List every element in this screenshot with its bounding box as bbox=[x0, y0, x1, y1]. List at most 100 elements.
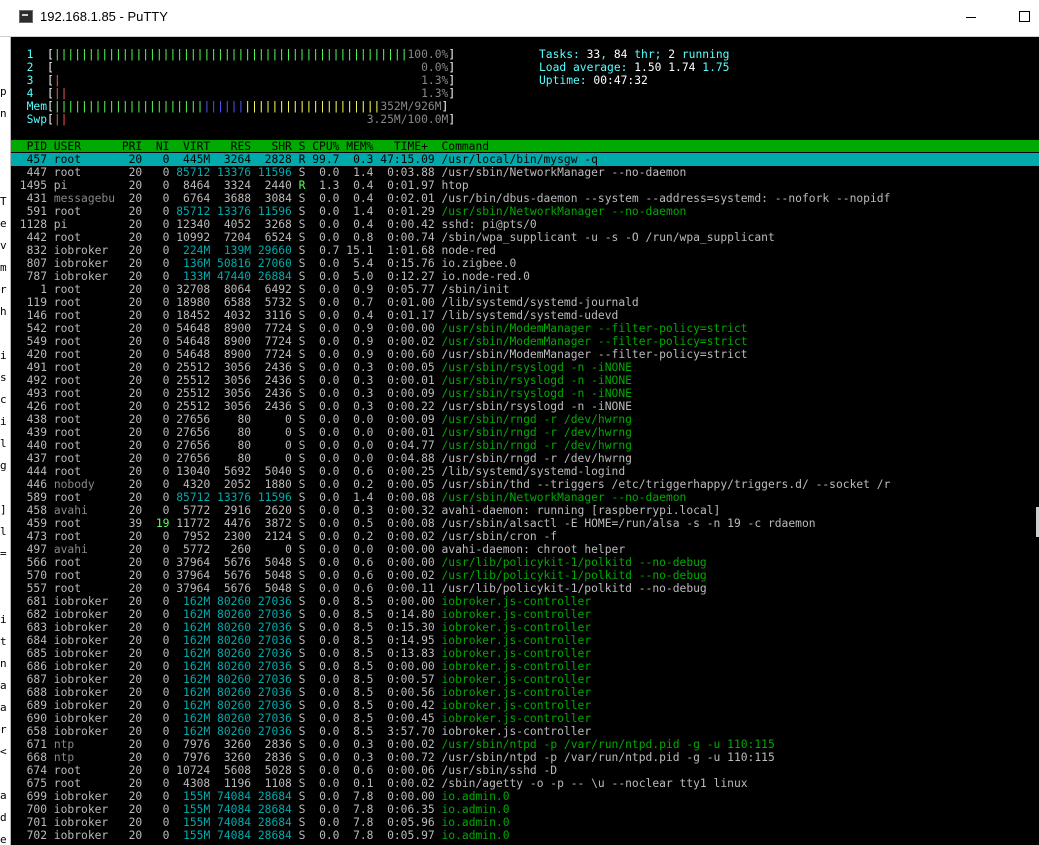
putty-terminal-icon[interactable] bbox=[19, 10, 33, 23]
process-row[interactable]: 492 root 20 0 25512 3056 2436 S 0.0 0.3 … bbox=[13, 374, 632, 387]
process-row[interactable]: 690 iobroker 20 0 162M 80260 27036 S 0.0… bbox=[13, 712, 592, 725]
process-row[interactable]: 685 iobroker 20 0 162M 80260 27036 S 0.0… bbox=[13, 647, 592, 660]
text-segment: 20 0 5772 260 0 S 0.0 0.0 0:00.00 avahi-… bbox=[87, 543, 626, 556]
maximize-button[interactable] bbox=[1016, 8, 1034, 26]
text-segment: 146 root 20 0 18452 4032 3116 S 0.0 0.4 … bbox=[13, 309, 619, 322]
text-segment: 447 root 20 0 bbox=[13, 166, 177, 179]
process-row[interactable]: 688 iobroker 20 0 162M 80260 27036 S 0.0… bbox=[13, 686, 592, 699]
text-segment: 162M 80260 27036 bbox=[176, 608, 292, 621]
window-title: 192.168.1.85 - PuTTY bbox=[40, 9, 168, 24]
process-row[interactable]: 689 iobroker 20 0 162M 80260 27036 S 0.0… bbox=[13, 699, 592, 712]
process-row[interactable]: 683 iobroker 20 0 162M 80260 27036 S 0.0… bbox=[13, 621, 592, 634]
text-segment: 224M 139M 29660 bbox=[176, 244, 292, 257]
text-segment: S 0.0 7.8 0:05.97 bbox=[291, 829, 442, 842]
process-row[interactable]: 493 root 20 0 25512 3056 2436 S 0.0 0.3 … bbox=[13, 387, 632, 400]
process-row[interactable]: 682 iobroker 20 0 162M 80260 27036 S 0.0… bbox=[13, 608, 592, 621]
process-row[interactable]: 668 ntp 20 0 7976 3260 2836 S 0.0 0.3 0:… bbox=[13, 751, 775, 764]
process-row[interactable]: 497 avahi 20 0 5772 260 0 S 0.0 0.0 0:00… bbox=[13, 543, 626, 556]
process-row[interactable]: 457 root 20 0 445M 3264 2828 R 99.7 0.3 … bbox=[13, 153, 598, 166]
process-row[interactable]: 444 root 20 0 13040 5692 5040 S 0.0 0.6 … bbox=[13, 465, 626, 478]
process-row[interactable]: 458 avahi 20 0 5772 2916 2620 S 0.0 0.3 … bbox=[13, 504, 721, 517]
process-row[interactable]: 686 iobroker 20 0 162M 80260 27036 S 0.0… bbox=[13, 660, 592, 673]
process-row[interactable]: 442 root 20 0 10992 7204 6524 S 0.0 0.8 … bbox=[13, 231, 775, 244]
text-segment: 420 root 20 0 54648 8900 7724 S 0.0 0.9 … bbox=[13, 348, 748, 361]
text-segment: 162M 80260 27036 bbox=[176, 595, 292, 608]
text-segment: Uptime: bbox=[539, 74, 594, 87]
process-row[interactable]: 1128 pi 20 0 12340 4052 3268 S 0.0 0.4 0… bbox=[13, 218, 537, 231]
text-segment: nobody bbox=[53, 478, 95, 491]
text-segment: S 0.0 8.5 0:00.00 bbox=[291, 660, 442, 673]
process-row[interactable]: 671 ntp 20 0 7976 3260 2836 S 0.0 0.3 0:… bbox=[13, 738, 775, 751]
process-row[interactable]: 439 root 20 0 27656 80 0 S 0.0 0.0 0:00.… bbox=[13, 426, 632, 439]
process-row[interactable]: 832 iobroker 20 0 224M 139M 29660 S 0.7 … bbox=[13, 244, 496, 257]
text-segment: 133M 47440 26884 bbox=[176, 270, 292, 283]
process-row[interactable]: 459 root 39 19 11772 4476 3872 S 0.0 0.5… bbox=[13, 517, 816, 530]
text-segment: , bbox=[600, 48, 614, 61]
text-segment: ] bbox=[448, 61, 456, 74]
process-row[interactable]: 420 root 20 0 54648 8900 7724 S 0.0 0.9 … bbox=[13, 348, 748, 361]
process-row[interactable]: 491 root 20 0 25512 3056 2436 S 0.0 0.3 … bbox=[13, 361, 632, 374]
process-row[interactable]: 675 root 20 0 4308 1196 1108 S 0.0 0.1 0… bbox=[13, 777, 748, 790]
text-segment: | bbox=[53, 74, 61, 87]
process-row[interactable]: 699 iobroker 20 0 155M 74084 28684 S 0.0… bbox=[13, 790, 510, 803]
process-row[interactable]: 570 root 20 0 37964 5676 5048 S 0.0 0.6 … bbox=[13, 569, 707, 582]
text-segment: |||||| bbox=[203, 100, 245, 113]
text-segment: 491 root 20 0 25512 3056 2436 S 0.0 0.3 … bbox=[13, 361, 442, 374]
process-row[interactable]: 566 root 20 0 37964 5676 5048 S 0.0 0.6 … bbox=[13, 556, 707, 569]
background-text-char: g bbox=[0, 459, 7, 472]
text-segment: /usr/sbin/ModemManager --filter-policy=s… bbox=[441, 322, 748, 335]
text-segment: io.admin.0 bbox=[441, 829, 510, 842]
background-text-char: T bbox=[0, 195, 7, 208]
minimize-button[interactable] bbox=[962, 8, 980, 26]
process-row[interactable]: 658 iobroker 20 0 162M 80260 27036 S 0.0… bbox=[13, 725, 592, 738]
text-segment: 352M/926M bbox=[380, 100, 442, 113]
process-row[interactable]: 437 root 20 0 27656 80 0 S 0.0 0.0 0:04.… bbox=[13, 452, 632, 465]
process-row[interactable]: 684 iobroker 20 0 162M 80260 27036 S 0.0… bbox=[13, 634, 592, 647]
text-segment: 442 root 20 0 10992 7204 6524 S 0.0 0.8 … bbox=[13, 231, 775, 244]
process-row[interactable]: 557 root 20 0 37964 5676 5048 S 0.0 0.6 … bbox=[13, 582, 707, 595]
text-segment: 444 root 20 0 13040 5692 5040 S 0.0 0.6 … bbox=[13, 465, 626, 478]
process-row[interactable]: 674 root 20 0 10724 5608 5028 S 0.0 0.6 … bbox=[13, 764, 558, 777]
text-segment: 832 iobroker 20 0 bbox=[13, 244, 177, 257]
process-row[interactable]: 687 iobroker 20 0 162M 80260 27036 S 0.0… bbox=[13, 673, 592, 686]
text-segment: S 0.0 8.5 0:00.42 bbox=[291, 699, 442, 712]
text-segment: 1495 pi 20 0 8464 3324 2440 bbox=[13, 179, 299, 192]
process-row[interactable]: 447 root 20 0 85712 13376 11596 S 0.0 1.… bbox=[13, 166, 687, 179]
process-row[interactable]: 701 iobroker 20 0 155M 74084 28684 S 0.0… bbox=[13, 816, 510, 829]
process-row[interactable]: 807 iobroker 20 0 136M 50816 27060 S 0.0… bbox=[13, 257, 517, 270]
text-segment: /usr/sbin/ModemManager --filter-policy=s… bbox=[441, 335, 748, 348]
text-segment: 33 bbox=[586, 48, 601, 61]
text-segment bbox=[61, 74, 408, 87]
column-header[interactable]: PID USER PRI NI VIRT RES SHR S CPU% MEM%… bbox=[13, 140, 490, 153]
process-row[interactable]: 119 root 20 0 18980 6588 5732 S 0.0 0.7 … bbox=[13, 296, 639, 309]
process-row[interactable]: 438 root 20 0 27656 80 0 S 0.0 0.0 0:00.… bbox=[13, 413, 632, 426]
process-row[interactable]: 700 iobroker 20 0 155M 74084 28684 S 0.0… bbox=[13, 803, 510, 816]
text-segment: 700 iobroker 20 0 bbox=[13, 803, 177, 816]
process-row[interactable]: 1 root 20 0 32708 8064 6492 S 0.0 0.9 0:… bbox=[13, 283, 509, 296]
text-segment: 119 root 20 0 18980 6588 5732 S 0.0 0.7 … bbox=[13, 296, 639, 309]
process-row[interactable]: 146 root 20 0 18452 4032 3116 S 0.0 0.4 … bbox=[13, 309, 619, 322]
process-row[interactable]: 787 iobroker 20 0 133M 47440 26884 S 0.0… bbox=[13, 270, 530, 283]
process-row[interactable]: 473 root 20 0 7952 2300 2124 S 0.0 0.2 0… bbox=[13, 530, 558, 543]
process-row[interactable]: 542 root 20 0 54648 8900 7724 S 0.0 0.9 … bbox=[13, 322, 748, 335]
terminal-screen[interactable]: 1 [|||||||||||||||||||||||||||||||||||||… bbox=[11, 37, 1039, 845]
process-row[interactable]: 681 iobroker 20 0 162M 80260 27036 S 0.0… bbox=[13, 595, 592, 608]
process-row[interactable]: 1495 pi 20 0 8464 3324 2440 R 1.3 0.4 0:… bbox=[13, 179, 469, 192]
process-row[interactable]: 589 root 20 0 85712 13376 11596 S 0.0 1.… bbox=[13, 491, 687, 504]
process-row[interactable]: 440 root 20 0 27656 80 0 S 0.0 0.0 0:04.… bbox=[13, 439, 632, 452]
process-row[interactable]: 591 root 20 0 85712 13376 11596 S 0.0 1.… bbox=[13, 205, 687, 218]
text-segment: avahi bbox=[53, 543, 88, 556]
process-row[interactable]: 549 root 20 0 54648 8900 7724 S 0.0 0.9 … bbox=[13, 335, 748, 348]
text-segment: 155M 74084 28684 bbox=[176, 790, 292, 803]
background-text-char: n bbox=[0, 107, 7, 120]
process-row[interactable]: 446 nobody 20 0 4320 2052 1880 S 0.0 0.2… bbox=[13, 478, 891, 491]
text-segment: 446 bbox=[13, 478, 54, 491]
text-segment: ntp bbox=[53, 738, 75, 751]
text-segment bbox=[67, 87, 407, 100]
process-row[interactable]: 431 messagebu 20 0 6764 3688 3084 S 0.0 … bbox=[13, 192, 891, 205]
text-segment: S 0.7 15.1 1:01.68 node-red bbox=[291, 244, 496, 257]
process-row[interactable]: 702 iobroker 20 0 155M 74084 28684 S 0.0… bbox=[13, 829, 510, 842]
process-row[interactable]: 426 root 20 0 25512 3056 2436 S 0.0 0.3 … bbox=[13, 400, 632, 413]
text-segment: Swp bbox=[13, 113, 48, 126]
text-segment: 686 iobroker 20 0 bbox=[13, 660, 177, 673]
